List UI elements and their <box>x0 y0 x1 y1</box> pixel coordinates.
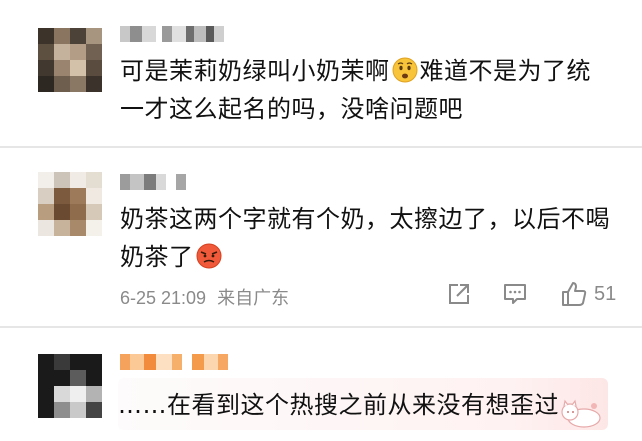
avatar[interactable] <box>38 354 102 418</box>
thumbs-up-icon <box>562 282 587 306</box>
cat-sticker-icon <box>561 399 601 428</box>
username-blurred[interactable] <box>120 26 224 42</box>
comment-location: 来自广东 <box>217 288 290 308</box>
share-button[interactable] <box>446 280 472 308</box>
angry-face-icon <box>196 243 221 269</box>
comment-text: 奶茶这两个字就有个奶，太擦边了，以后不喝 奶茶了 <box>120 205 610 271</box>
avatar[interactable] <box>38 172 102 236</box>
like-count: 51 <box>594 282 617 305</box>
comment-item: 可是茉莉奶绿叫小奶茉啊 难道不是为了统 一才这么起名的吗，没啥问题吧 <box>0 0 642 146</box>
anxious-face-icon <box>392 57 417 83</box>
avatar[interactable] <box>38 28 102 92</box>
comment-item: ……在看到这个热搜之前从来没有想歪过 <box>0 328 642 441</box>
comment-date: 6-25 21:09 <box>120 288 207 308</box>
comment-item: 奶茶这两个字就有个奶，太擦边了，以后不喝 奶茶了 6-25 21:09 来自广东… <box>0 148 642 326</box>
comment-text: 可是茉莉奶绿叫小奶茉啊 难道不是为了统 一才这么起名的吗，没啥问题吧 <box>120 57 591 123</box>
comment-icon <box>504 284 526 304</box>
username-blurred[interactable] <box>120 354 228 370</box>
like-button[interactable]: 51 <box>560 280 616 308</box>
username-blurred[interactable] <box>120 174 186 190</box>
comment-meta: 6-25 21:09 来自广东 <box>120 284 295 310</box>
comment-text: ……在看到这个热搜之前从来没有想歪过 <box>118 391 559 419</box>
comment-button[interactable] <box>502 280 528 308</box>
share-icon <box>449 284 469 304</box>
